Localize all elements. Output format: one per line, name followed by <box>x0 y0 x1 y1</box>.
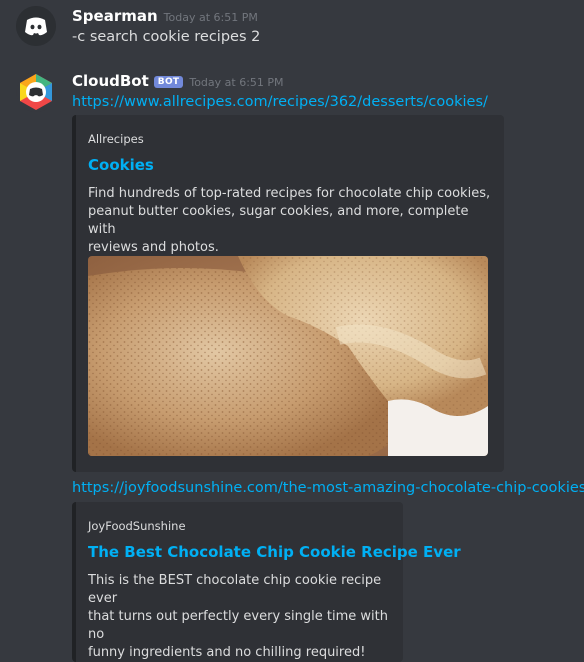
author-name[interactable]: CloudBot BOT Today at 6:51 PM <box>72 72 284 90</box>
embed-description: Find hundreds of top-rated recipes for c… <box>88 186 491 255</box>
embed-joyfoodsunshine: JoyFoodSunshine The Best Chocolate Chip … <box>72 502 461 662</box>
avatar[interactable] <box>16 6 56 46</box>
author-name-text[interactable]: Spearman <box>72 7 158 25</box>
timestamp: Today at 6:51 PM <box>163 11 258 24</box>
message-text: -c search cookie recipes 2 <box>72 29 261 45</box>
embed-provider[interactable]: Allrecipes <box>88 132 144 146</box>
timestamp: Today at 6:51 PM <box>189 76 284 89</box>
embed-title[interactable]: The Best Chocolate Chip Cookie Recipe Ev… <box>88 543 461 561</box>
message-spearman: Spearman Today at 6:51 PM -c search cooki… <box>0 0 584 60</box>
link-joyfoodsunshine[interactable]: https://joyfoodsunshine.com/the-most-ama… <box>72 480 584 496</box>
embed-description: This is the BEST chocolate chip cookie r… <box>88 573 388 660</box>
cloudbot-logo-icon <box>20 74 52 110</box>
avatar[interactable] <box>16 72 56 112</box>
link-allrecipes[interactable]: https://www.allrecipes.com/recipes/362/d… <box>72 94 488 110</box>
bot-badge: BOT <box>153 76 184 88</box>
author-name-text[interactable]: CloudBot <box>72 72 149 90</box>
author-name[interactable]: Spearman Today at 6:51 PM <box>72 7 258 25</box>
message-cloudbot: CloudBot BOT Today at 6:51 PM https://www.… <box>0 60 584 662</box>
cookie-photo-icon <box>88 256 488 456</box>
embed-title[interactable]: Cookies <box>88 156 154 174</box>
embed-allrecipes: Allrecipes Cookies Find hundreds of top-… <box>72 115 504 472</box>
embed-image[interactable] <box>88 256 488 456</box>
embed-provider[interactable]: JoyFoodSunshine <box>88 519 186 533</box>
discord-logo-icon <box>16 6 56 46</box>
